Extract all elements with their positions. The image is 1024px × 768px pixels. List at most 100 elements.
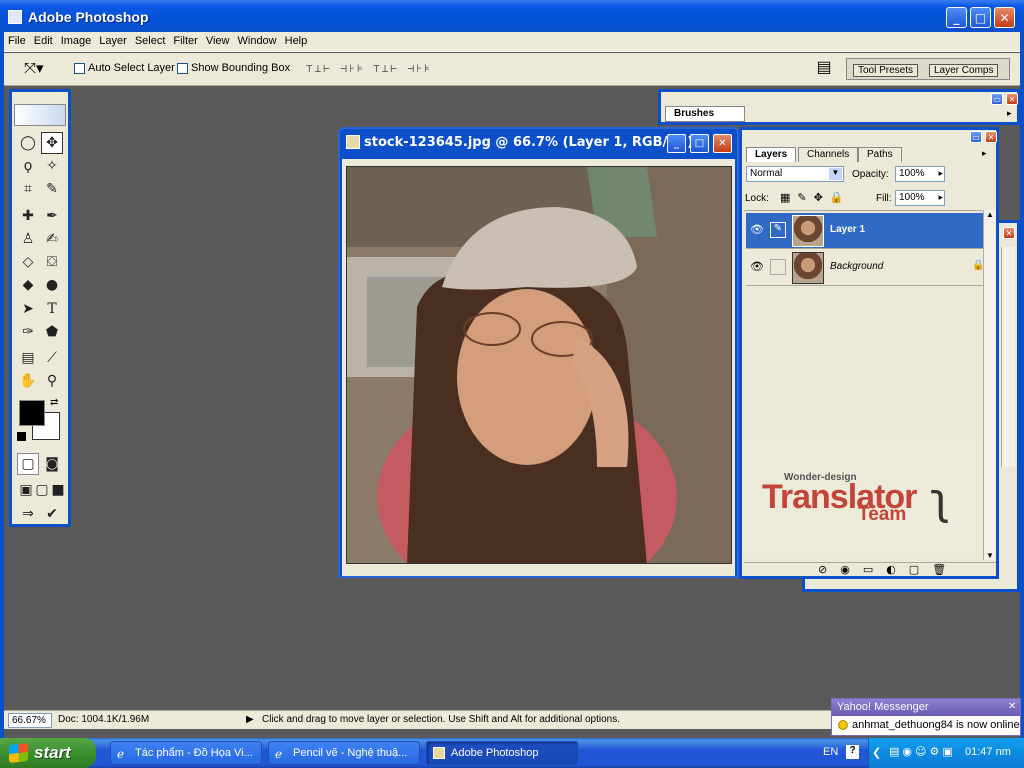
path-selection-icon[interactable]: ➤ [17,298,39,320]
doc-maximize-button[interactable]: □ [690,134,709,153]
layer-row-layer-1[interactable]: 👁 ✎ Layer 1 [746,213,984,249]
link-slot[interactable] [770,259,786,275]
quick-mask-icon[interactable]: ◙ [41,453,63,475]
menu-help[interactable]: Help [281,33,312,49]
healing-brush-icon[interactable]: ✚ [17,205,39,227]
tab-layers[interactable]: Layers [746,147,797,162]
layers-close-button[interactable]: ✕ [985,131,997,143]
image-canvas[interactable] [346,166,732,564]
task-item-pencil[interactable]: ℯ Pencil vẽ - Nghệ thuậ... [268,741,420,765]
clock: 01:47 nm [965,746,1011,758]
task-item-photoshop[interactable]: Adobe Photoshop [426,741,578,765]
auto-select-checkbox[interactable]: Auto Select Layer [74,62,175,74]
default-colors-icon[interactable] [17,432,26,441]
lasso-tool-icon[interactable]: ϙ [17,155,39,177]
brush-link-icon[interactable]: ✎ [770,222,786,238]
task-item-tac-pham[interactable]: ℯ Tác phẩm - Đồ Họa Vi... [110,741,262,765]
screen-mode-full-icon[interactable]: ■ [47,479,69,501]
doc-minimize-button[interactable]: _ [667,134,686,153]
history-brush-icon[interactable]: ✍ [41,228,63,250]
menu-edit[interactable]: Edit [30,33,57,49]
brushes-menu-arrow-icon[interactable]: ▸ [1007,108,1012,119]
opacity-field[interactable]: 100% ▸ [895,166,945,182]
slice-tool-icon[interactable]: ✎ [41,178,63,200]
tab-tool-presets[interactable]: Tool Presets [853,64,919,77]
shape-tool-icon[interactable]: ⬟ [41,321,63,343]
eyedropper-icon[interactable]: ⟋ [41,347,63,369]
language-indicator[interactable]: EN [823,746,838,758]
menu-file[interactable]: File [4,33,30,49]
app-titlebar[interactable]: Adobe Photoshop _ □ ✕ [0,0,1024,35]
foreground-color-swatch[interactable] [19,400,45,426]
brushes-close-button[interactable]: ✕ [1006,93,1018,105]
move-tool-preset-icon[interactable]: ⤧▾ [24,59,44,77]
document-window: stock-123645.jpg @ 66.7% (Layer 1, RGB/8… [338,127,739,578]
layer-thumbnail [792,252,824,284]
menu-filter[interactable]: Filter [169,33,201,49]
palette-well-icon[interactable]: ▤ [812,57,836,81]
doc-close-button[interactable]: ✕ [713,134,732,153]
jump-to-imageready-icon[interactable]: ⇒ [17,503,39,525]
toolbox: ◯ ✥ ϙ ✧ ⌗ ✎ ✚ ✒ ♙ ✍ ◇ ⛋ ◆ ● ➤ T ✑ ⬟ ▤ ⟋ … [9,89,71,527]
align-buttons[interactable]: ⊤⊥⊢ ⊣⊦⊧ ⊤⊥⊢ ⊣⊦⊧ [306,62,432,75]
paint-bucket-icon[interactable]: ⛋ [41,251,63,273]
minimize-button[interactable]: _ [946,7,967,28]
bg-palette-close-button[interactable]: ✕ [1003,227,1015,239]
close-button[interactable]: ✕ [994,7,1015,28]
eraser-tool-icon[interactable]: ◇ [17,251,39,273]
notes-tool-icon[interactable]: ▤ [17,347,39,369]
status-menu-arrow-icon[interactable]: ▶ [246,714,254,725]
standard-mode-icon[interactable]: ▢ [17,453,39,475]
layer-row-background[interactable]: 👁 Background 🔒 [746,250,984,286]
brushes-palette: ▭ ✕ Brushes ▸ [658,89,1020,125]
layer-name[interactable]: Background [830,261,883,272]
tab-brushes[interactable]: Brushes [665,106,745,122]
menu-select[interactable]: Select [131,33,170,49]
palette-well: Tool Presets Layer Comps [846,58,1010,80]
layers-bottom-toolbar[interactable]: ⊘◉▭◐▢🗑 [744,562,996,578]
tray-expand-icon[interactable]: ❮ [872,746,881,759]
crop-tool-icon[interactable]: ⌗ [17,178,39,200]
magic-wand-icon[interactable]: ✧ [41,155,63,177]
swap-colors-icon[interactable]: ⇄ [50,397,58,408]
eye-visibility-icon[interactable]: 👁 [750,223,764,236]
dodge-tool-icon[interactable]: ● [41,274,63,296]
blur-tool-icon[interactable]: ◆ [17,274,39,296]
tab-channels[interactable]: Channels [798,147,859,162]
start-button[interactable]: start [0,738,96,768]
menu-layer[interactable]: Layer [95,33,131,49]
help-icon[interactable]: ? [846,745,859,759]
hand-tool-icon[interactable]: ✋ [17,370,39,392]
bounding-box-checkbox[interactable]: Show Bounding Box [177,62,290,74]
layers-scrollbar[interactable]: ▲ ▼ [983,210,996,560]
yahoo-messenger-toast[interactable]: Yahoo! Messenger ✕ anhmat_dethuong84 is … [831,698,1021,736]
layers-menu-arrow-icon[interactable]: ▸ [982,148,987,159]
layers-minimize-button[interactable]: ▭ [970,131,982,143]
brush-tool-icon[interactable]: ✒ [41,205,63,227]
menu-image[interactable]: Image [57,33,96,49]
type-tool-icon[interactable]: T [41,298,63,320]
eye-visibility-icon[interactable]: 👁 [750,260,764,273]
marquee-tool-icon[interactable]: ◯ [17,132,39,154]
pen-tool-icon[interactable]: ✑ [17,321,39,343]
lock-options-icons[interactable]: ▦✎✥🔒 [780,191,851,204]
opacity-arrow-icon[interactable]: ▸ [938,168,943,179]
menu-window[interactable]: Window [234,33,281,49]
bg-palette-scrollbar[interactable] [1001,247,1015,467]
tab-paths[interactable]: Paths [858,147,902,162]
zoom-field[interactable]: 66.67% [8,713,52,728]
fill-arrow-icon[interactable]: ▸ [938,192,943,203]
imageready-icon[interactable]: ✔ [41,503,63,525]
menu-view[interactable]: View [202,33,234,49]
zoom-tool-icon[interactable]: ⚲ [41,370,63,392]
maximize-button[interactable]: □ [970,7,991,28]
tray-icons[interactable]: ▤◉☺⚙▣ [889,745,956,758]
clone-stamp-icon[interactable]: ♙ [17,228,39,250]
move-tool-icon[interactable]: ✥ [41,132,63,154]
blend-mode-select[interactable]: Normal ▼ [746,166,844,182]
toast-close-icon[interactable]: ✕ [1008,701,1016,712]
tab-layer-comps[interactable]: Layer Comps [929,64,999,77]
brushes-minimize-button[interactable]: ▭ [991,93,1003,105]
fill-field[interactable]: 100% ▸ [895,190,945,206]
layer-name[interactable]: Layer 1 [830,224,865,235]
